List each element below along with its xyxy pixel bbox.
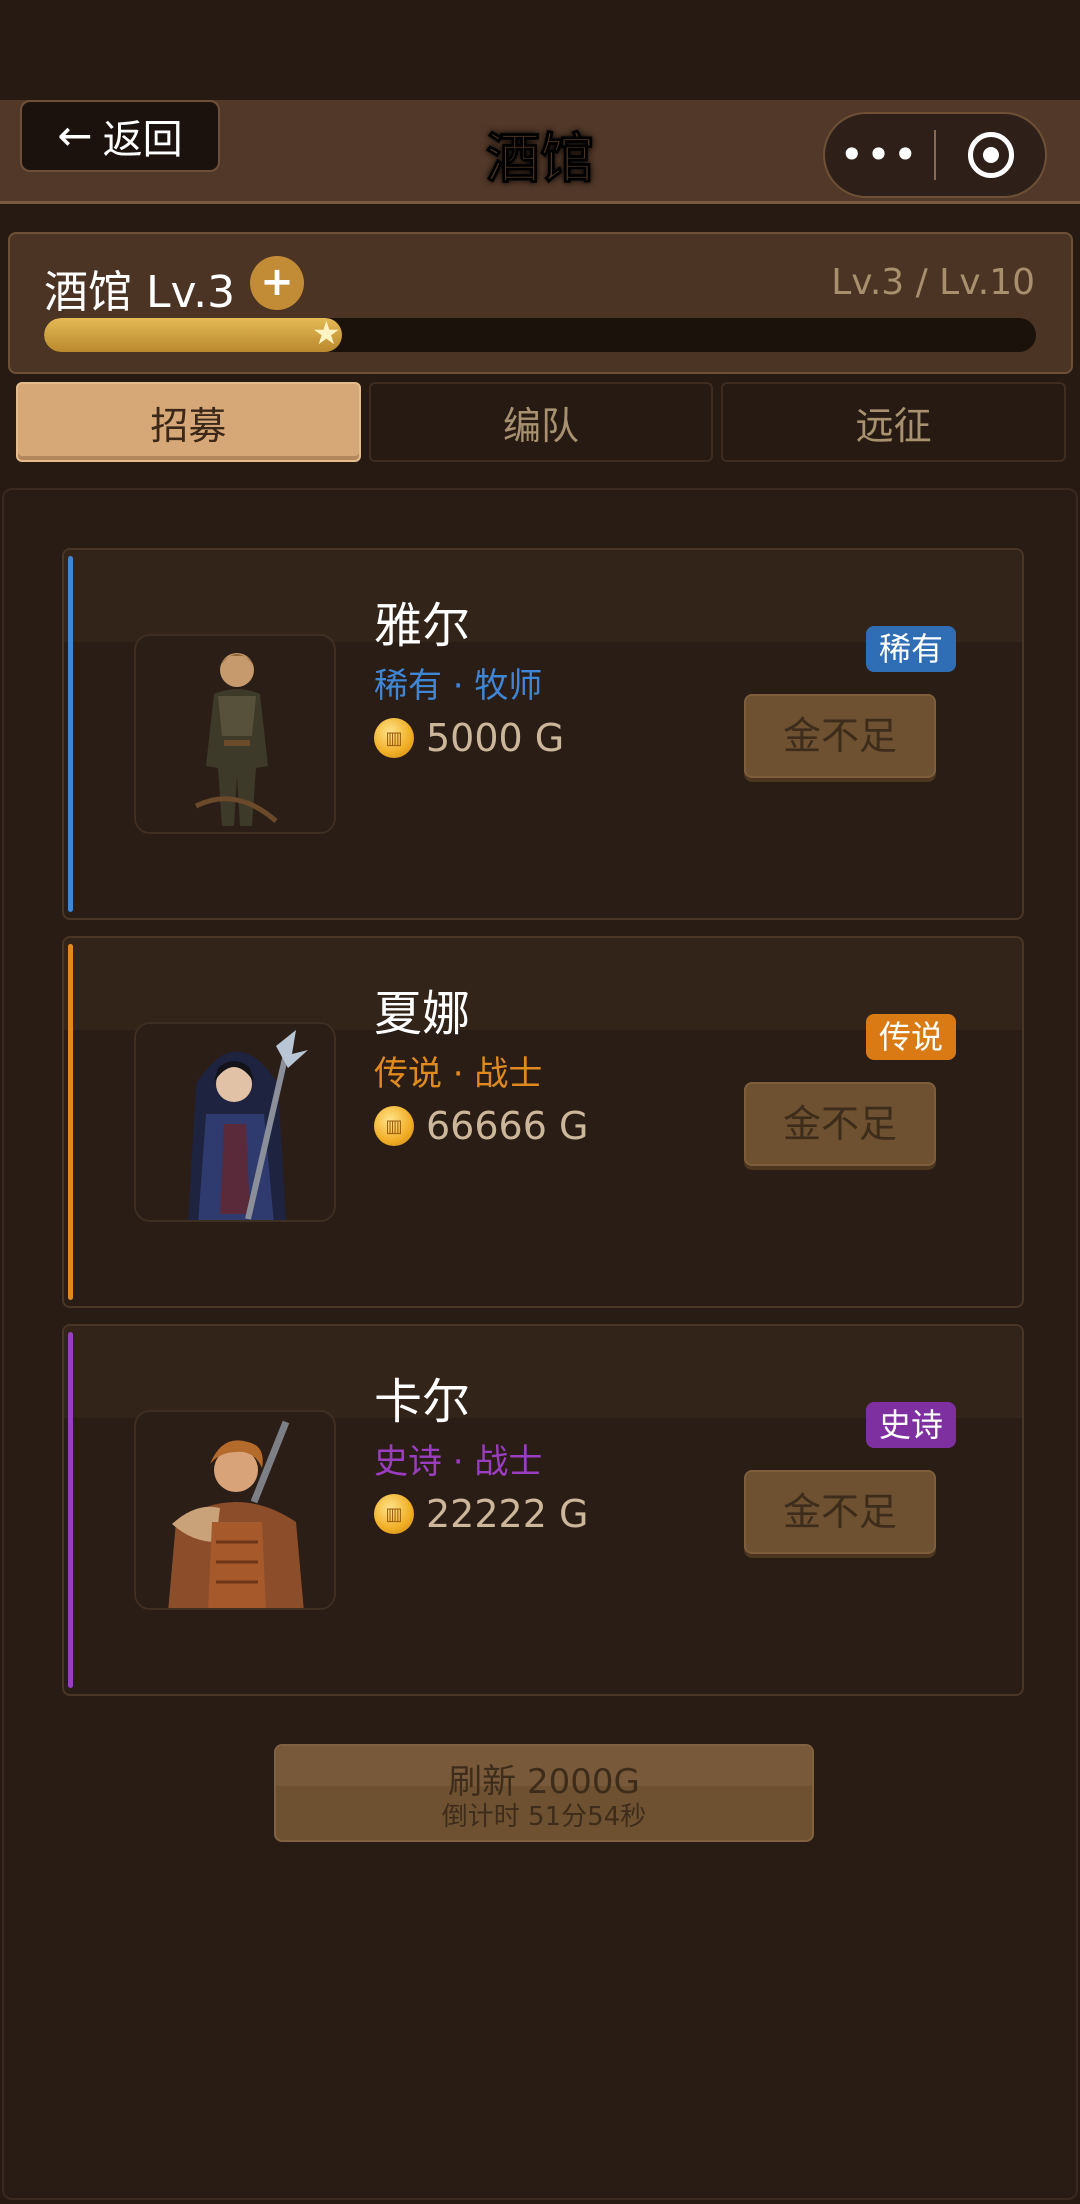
page-title-text: 酒馆 xyxy=(486,127,595,191)
upgrade-plus-button[interactable]: + xyxy=(250,256,304,310)
hero-price-value: 22222 G xyxy=(426,1492,589,1536)
rarity-badge: 史诗 xyxy=(866,1402,956,1448)
gold-coin-icon: ▥ xyxy=(374,1106,414,1146)
hero-class: 传说 · 战士 xyxy=(374,1054,543,1094)
rarity-badge: 传说 xyxy=(866,1014,956,1060)
status-bar-area xyxy=(0,0,1080,100)
hero-card: 夏娜 传说 · 战士 ▥ 66666 G 传说 金不足 xyxy=(62,936,1024,1308)
tab-formation[interactable]: 编队 xyxy=(368,382,714,462)
hero-card: 雅尔 稀有 · 牧师 ▥ 5000 G 稀有 金不足 xyxy=(62,548,1024,920)
star-icon: ★ xyxy=(312,318,341,352)
tab-recruit[interactable]: 招募 xyxy=(16,382,361,462)
miniprogram-capsule: ••• xyxy=(823,112,1047,198)
gold-coin-icon: ▥ xyxy=(374,1494,414,1534)
rarity-bar xyxy=(68,556,73,912)
recruit-button[interactable]: 金不足 xyxy=(744,694,936,778)
tavern-level-panel: 酒馆 Lv.3 + Lv.3 / Lv.10 ★ xyxy=(8,232,1073,374)
gold-coin-icon: ▥ xyxy=(374,718,414,758)
close-miniprogram-button[interactable] xyxy=(936,132,1045,178)
target-icon xyxy=(967,132,1014,178)
rarity-bar xyxy=(68,944,73,1300)
hero-price-value: 5000 G xyxy=(426,716,565,760)
tavern-level-name: 酒馆 Lv.3 xyxy=(44,267,236,318)
hero-card: 卡尔 史诗 · 战士 ▥ 22222 G 史诗 金不足 xyxy=(62,1324,1024,1696)
rarity-badge: 稀有 xyxy=(866,626,956,672)
refresh-countdown: 倒计时 51分54秒 xyxy=(441,1802,647,1832)
recruit-button[interactable]: 金不足 xyxy=(744,1082,936,1166)
refresh-button[interactable]: 刷新 2000G 倒计时 51分54秒 xyxy=(274,1744,814,1842)
hero-portrait-mage xyxy=(134,1022,336,1222)
tab-bar: 招募 编队 远征 xyxy=(16,382,1067,462)
hero-price: ▥ 66666 G xyxy=(374,1104,588,1148)
hero-name: 雅尔 xyxy=(374,598,471,654)
hero-class: 稀有 · 牧师 xyxy=(374,666,543,706)
tab-expedition[interactable]: 远征 xyxy=(721,382,1067,462)
hero-portrait-warrior xyxy=(134,1410,336,1610)
hero-class: 史诗 · 战士 xyxy=(374,1442,543,1482)
more-options-icon[interactable]: ••• xyxy=(825,112,934,198)
hero-name: 夏娜 xyxy=(374,986,471,1042)
recruit-button[interactable]: 金不足 xyxy=(744,1470,936,1554)
hero-name: 卡尔 xyxy=(374,1374,471,1430)
recruit-panel: 雅尔 稀有 · 牧师 ▥ 5000 G 稀有 金不足 夏娜 传说 · 战士 ▥ … xyxy=(2,488,1078,2200)
level-progress-bar: ★ xyxy=(44,318,1036,352)
level-range: Lv.3 / Lv.10 xyxy=(831,262,1035,303)
hero-portrait-archer xyxy=(134,634,336,834)
hero-price-value: 66666 G xyxy=(426,1104,589,1148)
hero-price: ▥ 5000 G xyxy=(374,716,564,760)
hero-price: ▥ 22222 G xyxy=(374,1492,588,1536)
level-progress-fill xyxy=(44,318,342,352)
rarity-bar xyxy=(68,1332,73,1688)
top-header: ← 返回 酒馆 ••• xyxy=(0,100,1080,204)
